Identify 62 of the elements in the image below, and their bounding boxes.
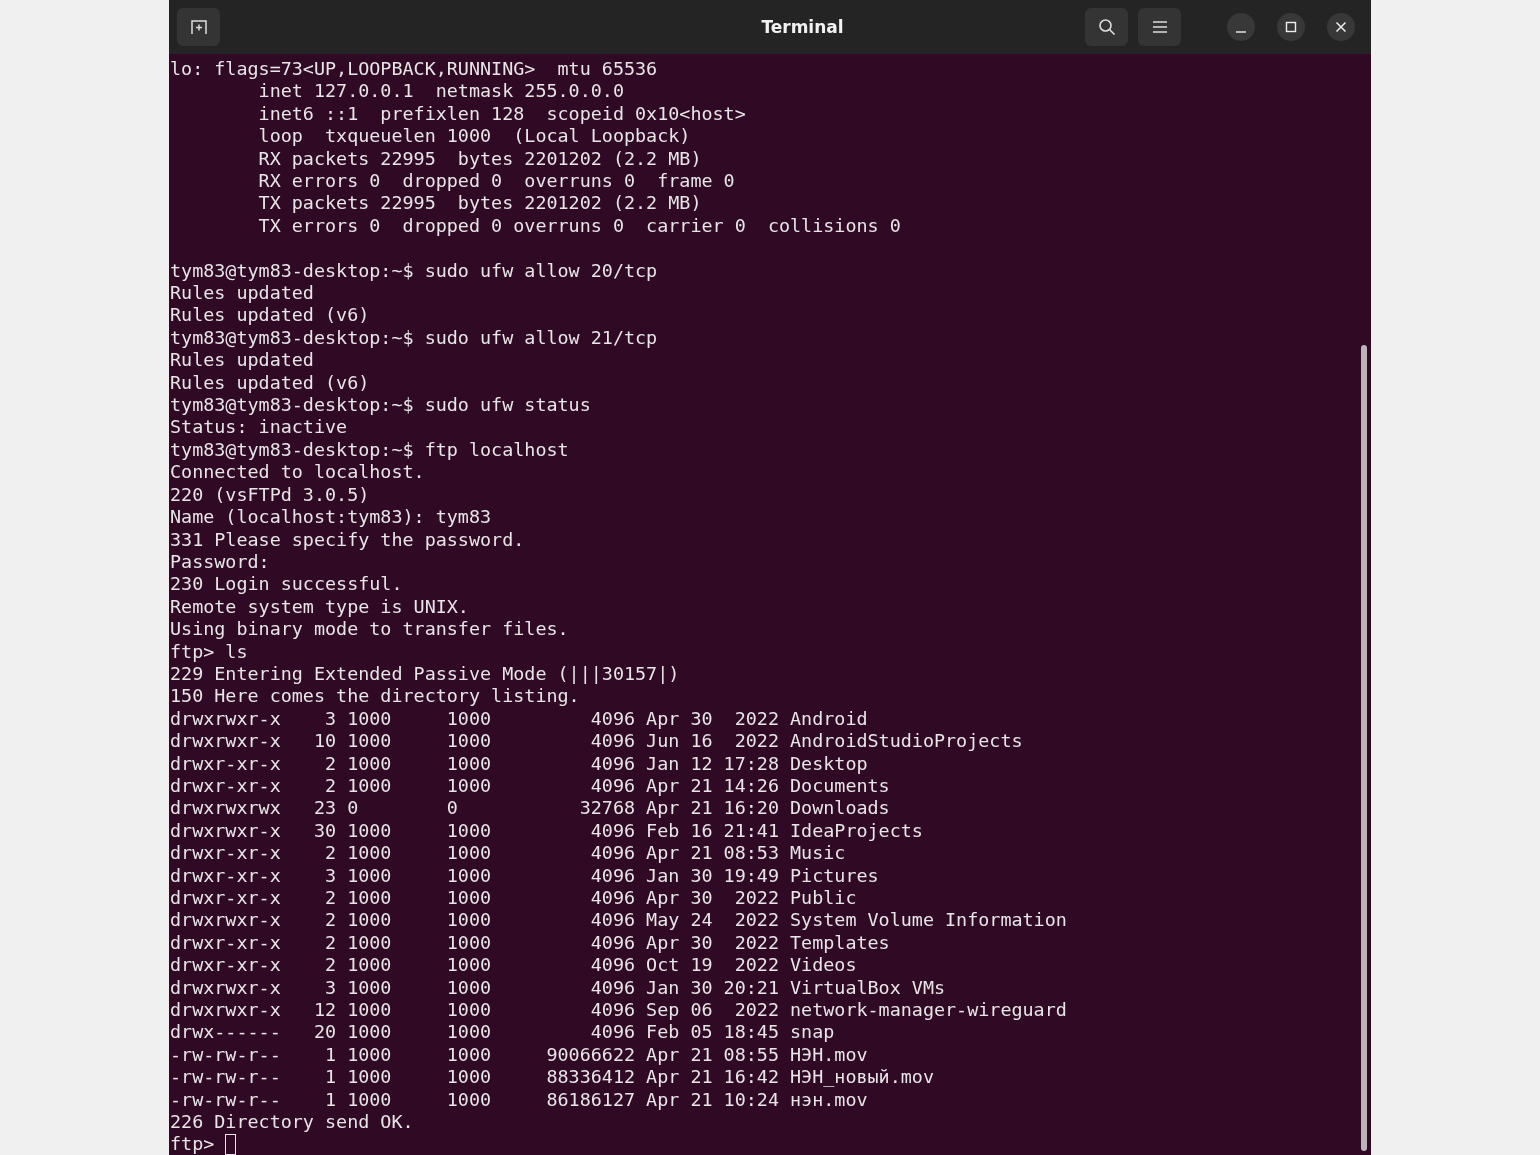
terminal-line: drwxr-xr-x 2 1000 1000 4096 Apr 30 2022 Public [170,887,858,910]
terminal-line: tym83@tym83-desktop:~$ sudo ufw allow 20/tcp [170,259,659,283]
terminal-line: Status: inactive [170,416,349,439]
terminal-line: 226 Directory send OK. [170,1111,415,1134]
window-title: Terminal [760,17,845,37]
terminal-line: -rw-rw-r-- 1 1000 1000 88336412 Apr 21 16:42 НЭН_новый.mov [170,1066,935,1089]
terminal-line: drwxr-xr-x 2 1000 1000 4096 Oct 19 2022 Videos [170,954,858,977]
terminal-line: lo: flags=73<UP,LOOPBACK,RUNNING> mtu 65536 [170,58,659,81]
terminal-line: Password: [170,550,271,574]
menu-icon [1150,19,1169,35]
terminal-line: tym83@tym83-desktop:~$ ftp localhost [170,438,570,462]
terminal-line: 150 Here comes the directory listing. [170,685,581,708]
terminal-line: inet6 ::1 prefixlen 128 scopeid 0x10<host> [257,102,747,126]
terminal-prompt: ftp> [170,1133,215,1155]
terminal-line: -rw-rw-r-- 1 1000 1000 86186127 Apr 21 10:24 нэн.mov [170,1088,869,1112]
terminal-line: drwxr-xr-x 2 1000 1000 4096 Apr 21 14:26 Documents [170,775,891,798]
terminal-line: Rules updated [170,282,315,305]
terminal-line: TX errors 0 dropped 0 overruns 0 carrier 0 collisions 0 [257,214,902,238]
terminal-line: RX errors 0 dropped 0 overruns 0 frame 0 [257,170,736,193]
new-tab-button[interactable] [177,8,220,46]
maximize-button[interactable] [1277,13,1305,41]
terminal-line: drwxrwxr-x 10 1000 1000 4096 Jun 16 2022 AndroidStudioProjects [170,730,1024,753]
menu-button[interactable] [1138,8,1181,46]
terminal-line: TX packets 22995 bytes 2201202 (2.2 MB) [257,192,703,215]
maximize-icon [1285,21,1297,33]
close-button[interactable] [1327,13,1355,41]
terminal-line: drwxrwxrwx 23 0 0 32768 Apr 21 16:20 Downloads [170,797,891,820]
terminal-line: -rw-rw-r-- 1 1000 1000 90066622 Apr 21 08:55 НЭН.mov [170,1043,869,1067]
terminal-line: Name (localhost:tym83): tym83 [170,506,493,529]
close-icon [1335,21,1347,33]
terminal-line: 331 Please specify the password. [170,528,526,551]
terminal-line: drwxrwxr-x 3 1000 1000 4096 Apr 30 2022 Android [170,707,869,731]
terminal-line: 220 (vsFTPd 3.0.5) [170,483,371,507]
terminal-line: RX packets 22995 bytes 2201202 (2.2 MB) [257,147,703,171]
search-icon [1096,17,1117,37]
terminal-line: drwxr-xr-x 3 1000 1000 4096 Jan 30 19:49 Pictures [170,864,880,887]
terminal-line: Rules updated (v6) [170,304,371,327]
terminal-line: Rules updated [170,349,315,372]
terminal-line: drwxr-xr-x 2 1000 1000 4096 Apr 30 2022 Templates [170,931,891,955]
terminal-line: drwxrwxr-x 30 1000 1000 4096 Feb 16 21:41 IdeaProjects [170,819,924,843]
terminal-line: drwxr-xr-x 2 1000 1000 4096 Apr 21 08:53 Music [170,842,847,865]
terminal-line: drwxrwxr-x 3 1000 1000 4096 Jan 30 20:21 VirtualBox VMs [170,976,947,1000]
terminal-line: tym83@tym83-desktop:~$ sudo ufw allow 21/tcp [170,326,659,350]
terminal-line: tym83@tym83-desktop:~$ sudo ufw status [170,394,592,417]
terminal-line: Using binary mode to transfer files. [170,618,570,641]
minimize-icon [1236,30,1246,33]
terminal-line: Rules updated (v6) [170,371,371,395]
terminal-line: 230 Login successful. [170,573,404,596]
terminal-line: drwxr-xr-x 2 1000 1000 4096 Jan 12 17:28 Desktop [170,752,869,775]
terminal-line: Remote system type is UNIX. [170,595,470,619]
terminal-line: 229 Entering Extended Passive Mode (|||30157|) [170,662,681,686]
minimize-button[interactable] [1227,13,1255,41]
terminal-line: drwxrwxr-x 2 1000 1000 4096 May 24 2022 System Volume Information [170,909,1068,932]
terminal-line: ftp> ls [170,640,249,663]
new-tab-icon [188,17,209,37]
terminal-line: Connected to localhost. [170,461,426,484]
terminal-line: inet 127.0.0.1 netmask 255.0.0.0 [257,80,625,103]
terminal-line: loop txqueuelen 1000 (Local Loopback) [257,125,692,148]
terminal-line: drwxrwxr-x 12 1000 1000 4096 Sep 06 2022 network-manager-wireguard [170,999,1068,1022]
terminal-line: drwx------ 20 1000 1000 4096 Feb 05 18:45 snap [170,1021,836,1044]
search-button[interactable] [1085,8,1128,46]
text-cursor [225,1134,237,1155]
